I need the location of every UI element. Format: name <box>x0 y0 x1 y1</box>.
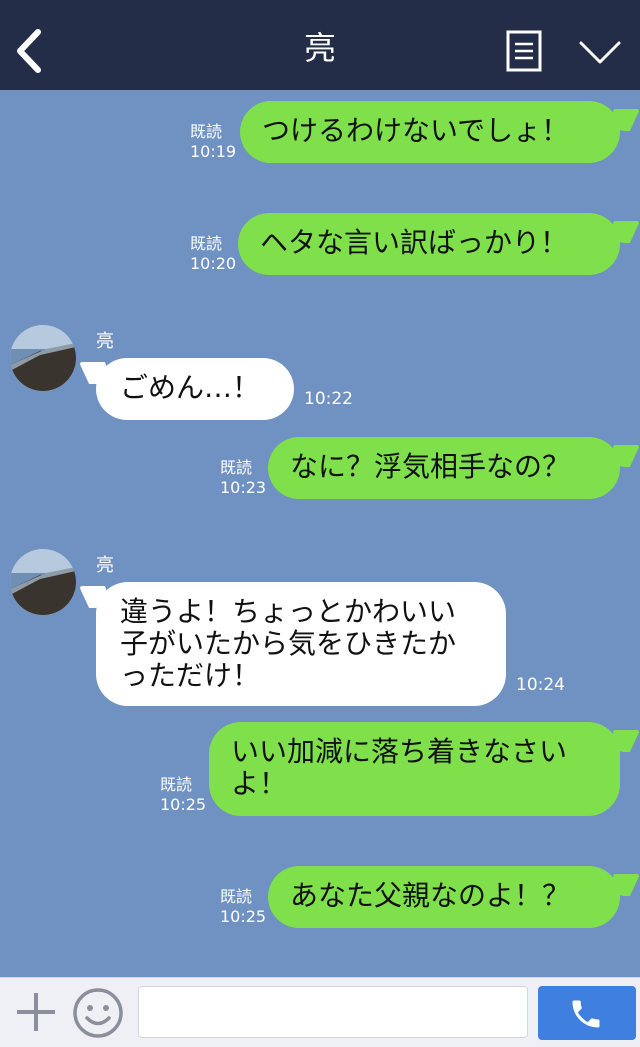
chat-screen: 亮 既読 10:19 つけるわけないでしょ！ 既読 10:20 ヘタな言い訳ばっかり… <box>0 0 640 1047</box>
message-time: 10:22 <box>304 389 353 409</box>
call-button[interactable] <box>538 986 636 1040</box>
message-text: なに？浮気相手なの？ <box>290 450 571 483</box>
read-receipt: 既読 10:25 <box>220 887 267 926</box>
message-bubble-sent[interactable]: つけるわけないでしょ！ <box>240 101 620 163</box>
message-text: ごめん…！ <box>120 371 261 404</box>
emoji-icon[interactable] <box>72 987 124 1039</box>
message-bubble-sent[interactable]: いい加減に落ち着きなさい よ！ <box>209 722 620 816</box>
message-bubble-received[interactable]: 違うよ！ちょっとかわいい 子がいたから気をひきたか っただけ！ <box>96 582 506 706</box>
phone-icon <box>572 1000 600 1028</box>
message-bubble-sent[interactable]: あなた父親なのよ！？ <box>268 866 620 928</box>
read-receipt: 既読 10:20 <box>190 234 237 273</box>
plus-icon[interactable] <box>14 990 58 1034</box>
message-text-line: 違うよ！ちょっとかわいい <box>120 595 457 628</box>
message-text-line: 子がいたから気をひきたか <box>120 627 457 660</box>
chevron-down-icon[interactable] <box>578 38 622 68</box>
avatar-photo[interactable] <box>10 549 76 615</box>
read-receipt: 既読 10:23 <box>220 458 267 497</box>
message-text-line: よ！ <box>231 767 288 800</box>
menu-list-icon[interactable] <box>506 30 542 72</box>
message-bubble-sent[interactable]: ヘタな言い訳ばっかり！ <box>238 213 620 275</box>
input-bar <box>0 977 640 1047</box>
message-text: あなた父親なのよ！？ <box>290 879 571 912</box>
message-text: つけるわけないでしょ！ <box>262 114 570 147</box>
sender-name: 亮 <box>96 555 114 576</box>
chat-title: 亮 <box>303 29 336 67</box>
message-input[interactable] <box>138 986 528 1038</box>
read-receipt: 既読 10:25 <box>160 775 207 814</box>
message-text-line: いい加減に落ち着きなさい <box>231 735 568 768</box>
avatar-photo[interactable] <box>10 325 76 391</box>
message-bubble-sent[interactable]: なに？浮気相手なの？ <box>268 437 620 499</box>
message-time: 10:24 <box>516 675 565 695</box>
message-text-line: っただけ！ <box>120 659 261 692</box>
chat-header: 亮 <box>0 0 640 90</box>
message-text: ヘタな言い訳ばっかり！ <box>260 226 569 259</box>
read-receipt: 既読 10:19 <box>190 122 237 161</box>
message-bubble-received[interactable]: ごめん…！ <box>96 358 294 420</box>
sender-name: 亮 <box>96 331 114 352</box>
